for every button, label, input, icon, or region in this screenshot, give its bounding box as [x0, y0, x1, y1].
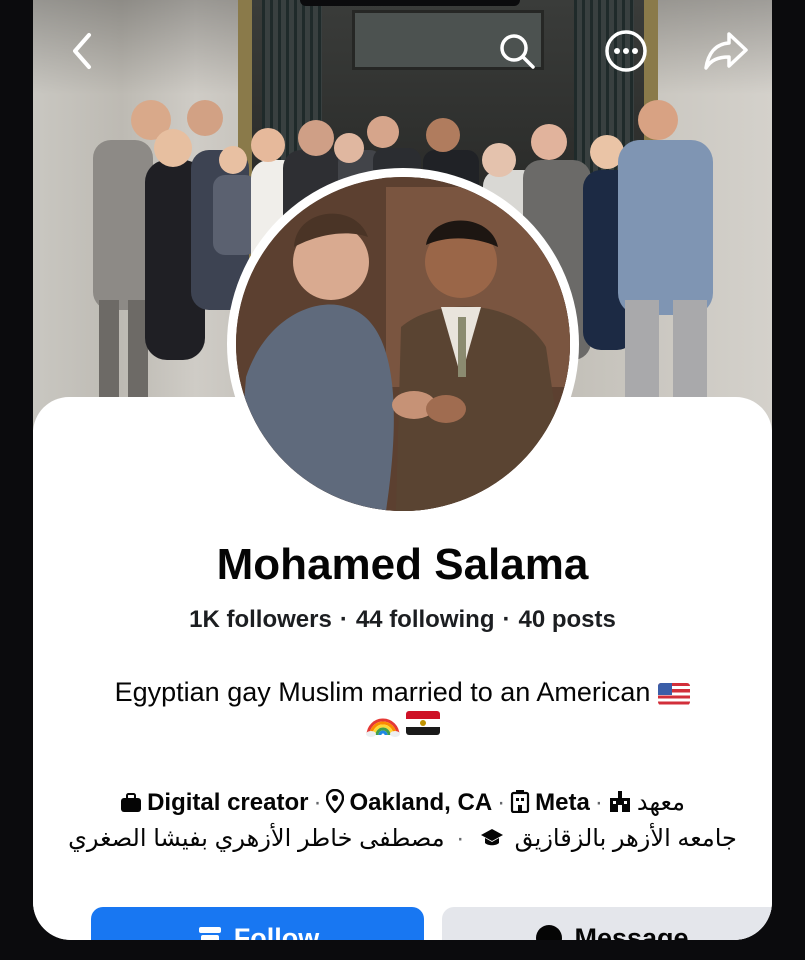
followers-count[interactable]: 1K followers [189, 606, 332, 633]
profile-avatar[interactable] [227, 168, 579, 520]
message-label: Message [574, 923, 689, 940]
search-icon [500, 34, 535, 69]
work-building-icon [511, 790, 530, 813]
stats-separator: · [502, 606, 511, 633]
stats-separator: · [339, 606, 348, 633]
search-button[interactable] [494, 28, 540, 74]
category-text: Digital creator [147, 789, 309, 816]
profile-screen: Mohamed Salama 1K followers · 44 following… [33, 0, 772, 940]
share-button[interactable] [703, 28, 749, 74]
details-line-2: جامعه الأزهر بالزقازيق · مصطفى خاطر الأز… [68, 825, 737, 852]
profile-name: Mohamed Salama [216, 540, 589, 589]
screen-bottom-edge [0, 940, 805, 960]
avatar-photo [236, 177, 570, 511]
posts-count[interactable]: 40 posts [519, 606, 616, 633]
school-text-3[interactable]: مصطفى خاطر الأزهري بفيشا الصغري [68, 825, 444, 852]
briefcase-icon [121, 793, 142, 812]
follow-label: Follow [233, 923, 320, 940]
rainbow-icon [365, 718, 400, 737]
work-text[interactable]: Meta [535, 789, 590, 816]
follow-button[interactable]: Follow [91, 907, 424, 940]
follow-icon [198, 927, 221, 940]
egypt-flag-icon [405, 711, 440, 735]
share-arrow-icon [704, 32, 748, 70]
us-flag-icon [658, 682, 691, 705]
bio-emoji-row [33, 709, 772, 745]
details-line-1: Digital creator · Oakland, CA · Meta · معهد [53, 785, 752, 821]
school-building-icon [609, 791, 630, 812]
profile-details: Digital creator · Oakland, CA · Meta · معهد جا… [53, 785, 752, 857]
status-bar-edge [300, 0, 520, 6]
following-count[interactable]: 44 following [356, 606, 495, 633]
location-pin-icon [326, 789, 345, 813]
location-text[interactable]: Oakland, CA [349, 789, 492, 816]
chevron-left-icon [73, 33, 91, 69]
messenger-icon [536, 925, 563, 940]
graduation-cap-icon [480, 829, 503, 846]
profile-bio: Egyptian gay Muslim married to an Americ… [63, 676, 742, 710]
school-text-2[interactable]: جامعه الأزهر بالزقازيق [515, 825, 737, 852]
back-button[interactable] [59, 28, 105, 74]
profile-stats: 1K followers · 44 following · 40 posts [33, 606, 772, 634]
bio-text: Egyptian gay Muslim married to an Americ… [114, 677, 651, 707]
more-options-button[interactable] [603, 28, 649, 74]
school-text-1[interactable]: معهد [637, 789, 685, 816]
message-button[interactable]: Message [442, 907, 772, 940]
more-horizontal-icon [605, 30, 647, 72]
